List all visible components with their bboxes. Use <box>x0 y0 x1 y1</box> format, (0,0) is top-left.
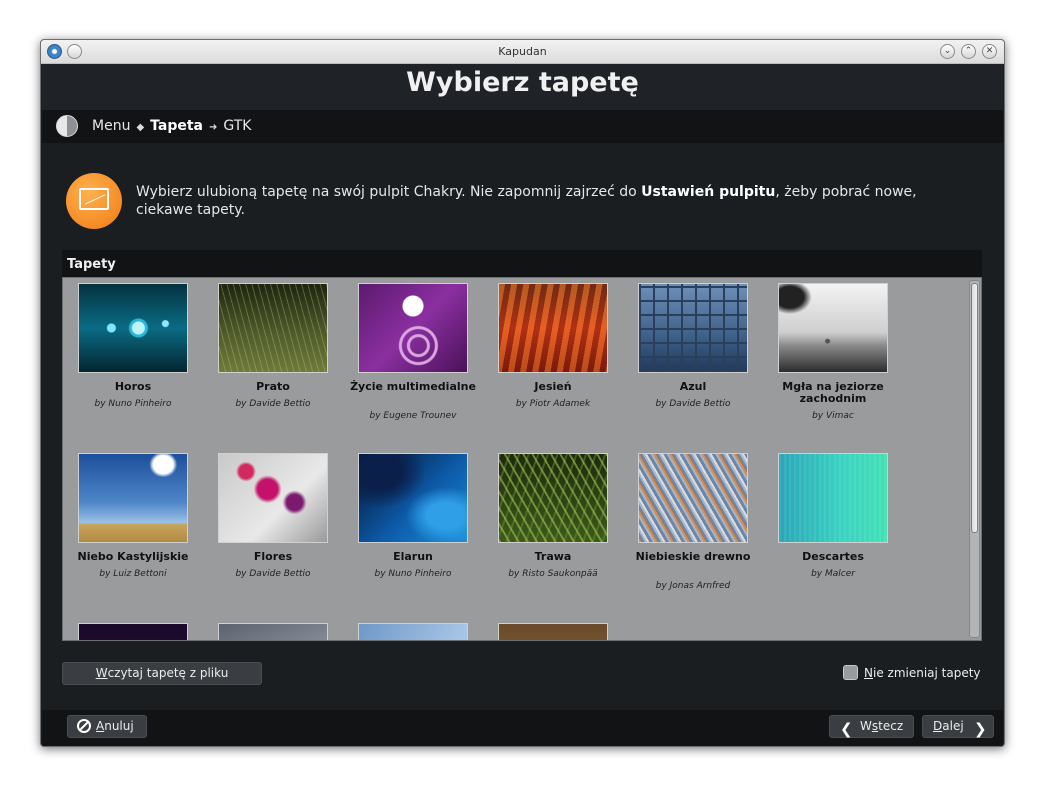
gallery-scrollbar[interactable] <box>969 280 980 638</box>
button-label: alej <box>942 719 964 733</box>
button-label: tecz <box>878 719 904 733</box>
wallpaper-author: by Malcer <box>811 569 855 579</box>
wallpaper-author: by Nuno Pinheiro <box>94 399 172 409</box>
wallpaper-thumbnail <box>358 623 468 640</box>
wallpaper-thumbnail <box>78 283 188 373</box>
button-label: nuluj <box>104 719 134 733</box>
dont-change-wallpaper-checkbox[interactable] <box>843 665 858 680</box>
wallpaper-name: Trawa <box>534 550 572 563</box>
close-button[interactable]: ✕ <box>982 44 997 59</box>
wallpaper-thumbnail <box>638 453 748 543</box>
desktop-settings-link: Ustawień pulpitu <box>641 184 776 200</box>
breadcrumb-current: Tapeta <box>150 118 204 134</box>
wallpaper-name: Mgła na jeziorze zachodnim <box>782 380 884 405</box>
chevron-right-icon: ❯ <box>974 720 987 738</box>
scrollbar-thumb[interactable] <box>971 283 978 533</box>
wallpaper-thumbnail <box>498 623 608 640</box>
mnemonic: A <box>96 719 105 733</box>
breadcrumb-menu: Menu <box>92 118 131 134</box>
wallpaper-thumbnail <box>498 453 608 543</box>
wallpaper-name: Horos <box>114 380 152 393</box>
wallpaper-author: by Nuno Pinheiro <box>374 569 452 579</box>
wallpaper-name: Niebo Kastylijskie <box>77 550 189 563</box>
button-label: W <box>860 719 872 733</box>
cancel-button[interactable]: Anuluj <box>67 715 147 738</box>
page-title: Wybierz tapetę <box>406 67 639 98</box>
maximize-button[interactable]: ⌃ <box>961 44 976 59</box>
wallpaper-thumbnail <box>78 453 188 543</box>
page-header: Wybierz tapetę <box>42 64 1003 110</box>
wallpaper-author: by Eugene Trounev <box>369 411 457 421</box>
wallpaper-name: Flores <box>253 550 293 563</box>
wallpaper-thumbnail <box>218 283 328 373</box>
next-button[interactable]: Dalej ❯ <box>922 715 994 738</box>
wallpaper-name: Descartes <box>802 550 864 563</box>
button-label: czytaj tapetę z pliku <box>107 666 229 680</box>
intro-text-part: Wybierz ulubioną tapetę na swój pulpit C… <box>136 184 642 200</box>
wallpaper-name: Azul <box>679 380 707 393</box>
wallpaper-name: Prato <box>256 380 290 393</box>
wallpaper-thumbnail <box>498 283 608 373</box>
load-wallpaper-from-file-button[interactable]: Wczytaj tapetę z pliku <box>62 662 262 685</box>
wallpaper-author: by Piotr Adamek <box>515 399 591 409</box>
footer-bar: Anuluj ❮ Wstecz Dalej ❯ <box>42 710 1003 746</box>
wallpaper-thumbnail <box>218 623 328 640</box>
checkbox-label: ie zmieniaj tapety <box>872 666 981 680</box>
arrow-left-icon: ◆ <box>136 122 145 133</box>
arrow-right-icon: ➜ <box>209 122 218 133</box>
breadcrumb-next: GTK <box>223 118 252 134</box>
wallpaper-author: by Davide Bettio <box>235 399 311 409</box>
back-button[interactable]: ❮ Wstecz <box>829 715 914 738</box>
wallpaper-thumbnail <box>358 283 468 373</box>
mnemonic: W <box>95 666 108 680</box>
wallpaper-author: by Davide Bettio <box>235 569 311 579</box>
title-bar: Kapudan ⌄ ⌃ ✕ <box>41 40 1004 64</box>
breadcrumb: Menu ◆ Tapeta ➜ GTK <box>92 118 252 134</box>
cancel-icon <box>77 719 91 733</box>
window-title: Kapudan <box>498 45 547 58</box>
intro-text: Wybierz ulubioną tapetę na swój pulpit C… <box>136 183 956 219</box>
wallpaper-thumbnail <box>778 453 888 543</box>
wallpaper-author: by Risto Saukonpää <box>508 569 598 579</box>
wallpaper-thumbnail <box>78 623 188 640</box>
wallpaper-author: by Jonas Arnfred <box>655 581 731 591</box>
wallpaper-author: by Davide Bettio <box>655 399 731 409</box>
wallpaper-author: by Vimac <box>812 411 854 421</box>
wallpaper-thumbnail <box>218 453 328 543</box>
mnemonic: N <box>864 666 873 680</box>
wallpapers-group-label: Tapety <box>62 250 982 277</box>
wallpaper-icon <box>66 173 122 229</box>
wallpaper-thumbnail <box>358 453 468 543</box>
dont-change-wallpaper-label[interactable]: Nie zmieniaj tapety <box>864 666 981 680</box>
wallpaper-gallery[interactable]: Horos by Nuno Pinheiro Prato by Davide B… <box>62 277 982 641</box>
chakra-logo-icon <box>56 115 78 137</box>
wallpaper-name: Jesień <box>534 380 572 393</box>
breadcrumb-bar: Menu ◆ Tapeta ➜ GTK <box>42 110 1003 143</box>
main-window: Kapudan ⌄ ⌃ ✕ Wybierz tapetę Menu ◆ Tapeta… <box>40 39 1005 747</box>
wallpaper-name: Niebieskie drewno <box>635 550 751 563</box>
minimize-button[interactable]: ⌄ <box>940 44 955 59</box>
chevron-left-icon: ❮ <box>840 720 853 738</box>
wallpaper-author: by Luiz Bettoni <box>99 569 167 579</box>
wallpaper-name: Elarun <box>393 550 433 563</box>
wallpaper-thumbnail <box>778 283 888 373</box>
wallpaper-thumbnail <box>638 283 748 373</box>
mnemonic: D <box>933 719 943 733</box>
wallpaper-name: Życie multimedialne <box>350 380 476 393</box>
